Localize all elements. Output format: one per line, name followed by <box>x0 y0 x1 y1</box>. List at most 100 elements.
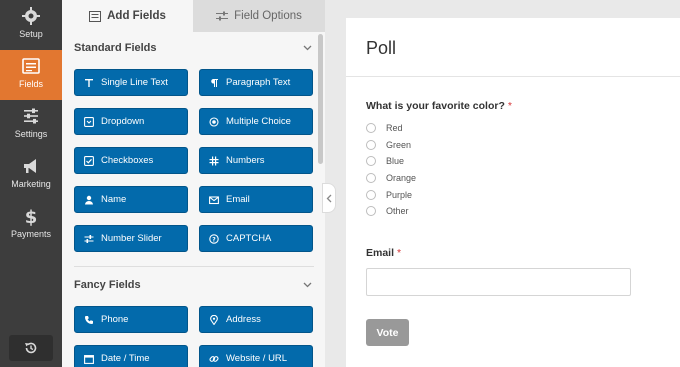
svg-text:$: $ <box>25 207 38 226</box>
field-button-captcha[interactable]: ? CAPTCHA <box>199 225 313 252</box>
revisions-button[interactable] <box>9 335 53 361</box>
section-title: Fancy Fields <box>74 279 141 291</box>
standard-fields-header[interactable]: Standard Fields <box>74 42 314 60</box>
field-button-label: Checkboxes <box>101 155 154 166</box>
field-button-label: Email <box>226 194 250 205</box>
checkbox-icon <box>83 155 95 166</box>
radio-option-label: Orange <box>386 173 417 183</box>
tab-add-fields[interactable]: Add Fields <box>62 0 193 32</box>
field-button-website-url[interactable]: Website / URL <box>199 345 313 367</box>
sliders-icon <box>83 234 95 244</box>
user-icon <box>83 195 95 205</box>
list-form-icon <box>22 58 40 74</box>
nav-item-setup[interactable]: Setup <box>0 0 62 50</box>
nav-item-marketing[interactable]: Marketing <box>0 150 62 200</box>
field-button-date-time[interactable]: Date / Time <box>74 345 188 367</box>
panel-scrollbar[interactable] <box>318 34 323 164</box>
radio-option[interactable]: Blue <box>366 154 404 168</box>
sliders-icon <box>216 11 229 22</box>
field-button-single-line-text[interactable]: Single Line Text <box>74 69 188 96</box>
hash-icon <box>208 156 220 166</box>
field-button-label: Multiple Choice <box>226 116 291 127</box>
field-button-multiple-choice[interactable]: Multiple Choice <box>199 108 313 135</box>
radio-button[interactable] <box>366 173 376 183</box>
chevron-down-icon <box>303 282 312 288</box>
dollar-icon: $ <box>25 207 38 226</box>
radio-button[interactable] <box>366 123 376 133</box>
envelope-icon <box>208 195 220 205</box>
question-circle-icon: ? <box>208 233 220 244</box>
vote-button[interactable]: Vote <box>366 319 409 346</box>
form-preview: Poll What is your favorite color? * Red G… <box>346 18 680 367</box>
list-icon <box>89 10 102 22</box>
nav-label: Settings <box>14 129 48 139</box>
radio-button[interactable] <box>366 156 376 166</box>
link-icon <box>208 354 220 364</box>
field-button-label: Paragraph Text <box>226 77 291 88</box>
field-button-label: Number Slider <box>101 233 162 244</box>
text-icon <box>83 78 95 88</box>
nav-item-settings[interactable]: Settings <box>0 100 62 150</box>
radio-button[interactable] <box>366 190 376 200</box>
nav-label: Marketing <box>11 179 51 189</box>
email-field[interactable] <box>366 268 631 296</box>
sliders-icon <box>24 108 38 124</box>
paragraph-icon <box>208 78 220 88</box>
email-label[interactable]: Email * <box>366 247 401 259</box>
calendar-icon <box>83 354 95 364</box>
tab-label: Add Fields <box>107 10 166 22</box>
chevron-left-icon <box>326 194 332 202</box>
field-button-label: Phone <box>101 314 129 325</box>
radio-option[interactable]: Orange <box>366 171 416 185</box>
dropdown-icon <box>83 116 95 127</box>
fields-panel: Add Fields Field Options Standard Fields… <box>62 0 325 367</box>
panel-tabs: Add Fields Field Options <box>62 0 325 32</box>
title-divider <box>346 76 680 77</box>
radio-option-label: Other <box>386 206 409 216</box>
field-button-label: Dropdown <box>101 116 145 127</box>
radio-option-label: Green <box>386 140 412 150</box>
field-button-label: Website / URL <box>226 353 288 364</box>
field-button-address[interactable]: Address <box>199 306 313 333</box>
radio-button[interactable] <box>366 140 376 150</box>
field-button-name[interactable]: Name <box>74 186 188 213</box>
collapse-panel-button[interactable] <box>322 183 336 213</box>
field-button-label: Address <box>226 314 261 325</box>
required-marker: * <box>507 100 512 112</box>
tab-field-options[interactable]: Field Options <box>193 0 325 32</box>
field-button-numbers[interactable]: Numbers <box>199 147 313 174</box>
question-text: What is your favorite color? <box>366 100 505 112</box>
field-button-number-slider[interactable]: Number Slider <box>74 225 188 252</box>
radio-option-label: Purple <box>386 190 413 200</box>
email-label-text: Email <box>366 247 395 259</box>
gear-icon <box>22 7 40 25</box>
radio-option[interactable]: Green <box>366 138 411 152</box>
field-button-label: Date / Time <box>101 353 150 364</box>
field-button-checkboxes[interactable]: Checkboxes <box>74 147 188 174</box>
radio-option-label: Red <box>386 123 403 133</box>
nav-item-fields[interactable]: Fields <box>0 50 62 100</box>
field-button-dropdown[interactable]: Dropdown <box>74 108 188 135</box>
history-icon <box>25 342 37 354</box>
field-button-email[interactable]: Email <box>199 186 313 213</box>
tab-label: Field Options <box>234 10 302 22</box>
radio-button[interactable] <box>366 206 376 216</box>
radio-option[interactable]: Purple <box>366 188 412 202</box>
radio-option[interactable]: Other <box>366 204 409 218</box>
field-button-label: Name <box>101 194 127 205</box>
question-label[interactable]: What is your favorite color? * <box>366 100 512 112</box>
field-button-paragraph-text[interactable]: Paragraph Text <box>199 69 313 96</box>
svg-text:?: ? <box>212 236 216 243</box>
megaphone-icon <box>24 159 36 173</box>
field-button-label: Numbers <box>226 155 265 166</box>
field-button-phone[interactable]: Phone <box>74 306 188 333</box>
nav-label: Payments <box>10 229 52 239</box>
fancy-fields-header[interactable]: Fancy Fields <box>74 279 314 297</box>
radio-option[interactable]: Red <box>366 121 403 135</box>
nav-item-payments[interactable]: $ Payments <box>0 200 62 250</box>
field-button-label: Single Line Text <box>101 77 168 88</box>
required-marker: * <box>397 247 402 259</box>
builder-nav: Setup Fields Settings Marketing $ Paymen… <box>0 0 62 367</box>
map-pin-icon <box>208 314 220 325</box>
form-title[interactable]: Poll <box>366 38 396 59</box>
